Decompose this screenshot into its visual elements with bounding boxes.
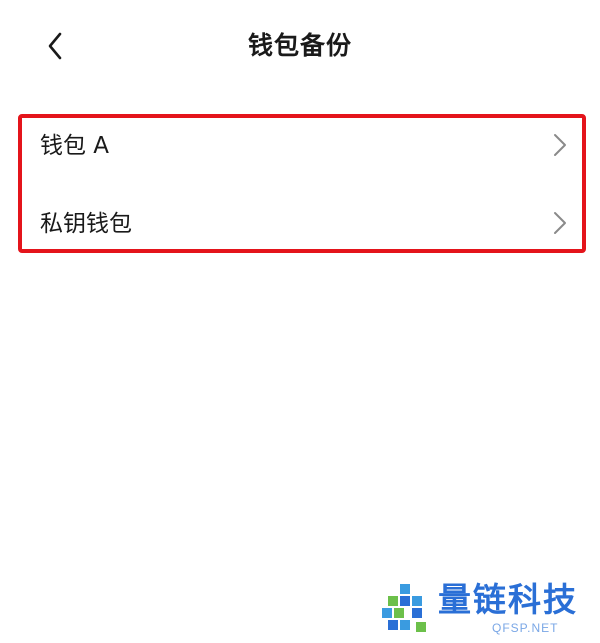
- chevron-right-icon: [554, 212, 566, 234]
- wallet-backup-screen: 钱包备份 钱包 A 私钥钱包 量链科技 QFSP.NET: [0, 0, 600, 643]
- wallet-item-label: 钱包 A: [40, 133, 110, 159]
- watermark-text: 量链科技: [438, 580, 578, 619]
- watermark-subtext: QFSP.NET: [492, 621, 559, 635]
- highlighted-wallet-list: 钱包 A 私钥钱包: [18, 114, 586, 253]
- chevron-right-icon: [554, 134, 566, 156]
- header: 钱包备份: [0, 0, 600, 90]
- wallet-item-label: 私钥钱包: [40, 211, 132, 237]
- watermark-logo-icon: [382, 584, 426, 632]
- wallet-item-private-key[interactable]: 私钥钱包: [22, 196, 582, 256]
- watermark: 量链科技 QFSP.NET: [378, 580, 600, 643]
- page-title: 钱包备份: [247, 31, 352, 60]
- wallet-item-a[interactable]: 钱包 A: [22, 118, 582, 178]
